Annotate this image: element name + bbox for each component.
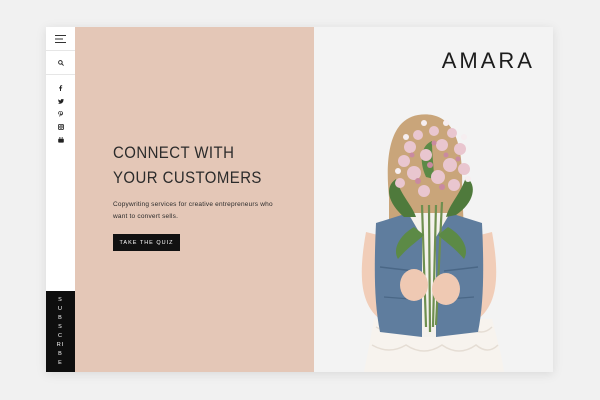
facebook-link[interactable]	[57, 84, 65, 92]
hero-headline-line1: CONNECT WITH	[113, 143, 235, 162]
hero-panel: CONNECT WITH YOUR CUSTOMERS Copywriting …	[75, 27, 314, 372]
search-button[interactable]	[46, 51, 75, 75]
pinterest-icon	[58, 111, 63, 117]
subscribe-label: SUBSCRIBE	[56, 296, 65, 366]
hero-headline-line2: YOUR CUSTOMERS	[113, 168, 262, 187]
twitter-link[interactable]	[57, 97, 65, 105]
subscribe-button[interactable]: SUBSCRIBE	[46, 291, 75, 372]
hero-headline: CONNECT WITH YOUR CUSTOMERS	[113, 140, 262, 190]
youtube-link[interactable]	[57, 136, 65, 144]
youtube-icon	[57, 137, 64, 143]
hero-subtext: Copywriting services for creative entrep…	[113, 201, 273, 220]
brand-logo[interactable]: AMARA	[442, 48, 535, 74]
instagram-icon	[57, 124, 64, 130]
twitter-icon	[57, 98, 64, 104]
menu-icon	[55, 34, 66, 43]
sidebar-rail: SUBSCRIBE	[46, 27, 76, 372]
menu-button[interactable]	[46, 27, 75, 51]
pinterest-link[interactable]	[57, 110, 65, 118]
facebook-icon	[59, 85, 63, 91]
search-icon	[57, 59, 64, 66]
website-frame: SUBSCRIBE CONNECT WITH YOUR CUSTOMERS Co…	[46, 27, 553, 372]
take-quiz-button[interactable]: TAKE THE QUIZ	[113, 234, 180, 251]
hero-photo: AMARA	[314, 27, 553, 372]
instagram-link[interactable]	[57, 123, 65, 131]
woman-with-flowers-illustration	[361, 114, 504, 372]
social-links	[46, 84, 75, 144]
